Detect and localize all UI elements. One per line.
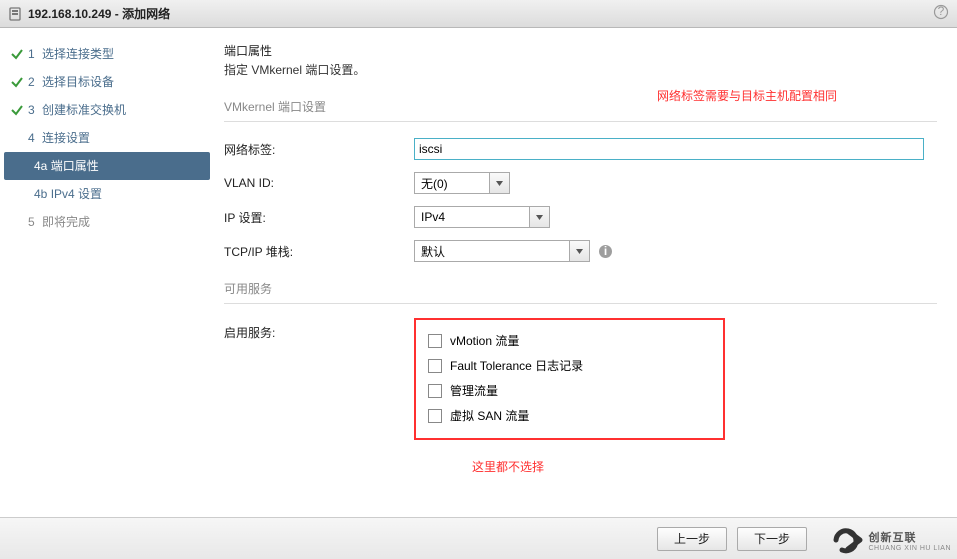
- check-icon: [10, 47, 24, 61]
- help-icon[interactable]: ?: [933, 4, 949, 23]
- ip-combo[interactable]: IPv4: [414, 206, 550, 228]
- svg-text:?: ?: [938, 4, 945, 18]
- chevron-down-icon[interactable]: [530, 206, 550, 228]
- checkbox-box[interactable]: [428, 409, 442, 423]
- step-2[interactable]: 2 选择目标设备: [0, 68, 214, 96]
- services-row: 启用服务: vMotion 流量 Fault Tolerance 日志记录 管理…: [224, 318, 937, 440]
- page-title: 端口属性: [224, 42, 937, 59]
- checkbox-vsan[interactable]: 虚拟 SAN 流量: [428, 407, 583, 424]
- label-ip: IP 设置:: [224, 209, 414, 226]
- row-tcpip: TCP/IP 堆栈: 默认 i: [224, 240, 937, 262]
- next-button[interactable]: 下一步: [737, 527, 807, 551]
- window-title: 192.168.10.249 - 添加网络: [28, 5, 170, 22]
- step-1[interactable]: 1 选择连接类型: [0, 40, 214, 68]
- step-3[interactable]: 3 创建标准交换机: [0, 96, 214, 124]
- checkbox-box[interactable]: [428, 384, 442, 398]
- watermark: 创新互联 CHUANG XIN HU LIAN: [830, 525, 951, 555]
- label-vlan: VLAN ID:: [224, 176, 414, 190]
- checkbox-label: vMotion 流量: [450, 332, 519, 349]
- checkbox-box[interactable]: [428, 359, 442, 373]
- annotation-top: 网络标签需要与目标主机配置相同: [632, 88, 862, 104]
- titlebar: 192.168.10.249 - 添加网络 ?: [0, 0, 957, 28]
- host-icon: [8, 7, 22, 21]
- network-label-input[interactable]: [414, 138, 924, 160]
- label-netlabel: 网络标签:: [224, 141, 414, 158]
- services-highlight-box: vMotion 流量 Fault Tolerance 日志记录 管理流量 虚拟 …: [414, 318, 725, 440]
- spacer: [10, 215, 24, 229]
- label-services: 启用服务:: [224, 318, 414, 440]
- services-section-title: 可用服务: [224, 280, 937, 304]
- chevron-down-icon[interactable]: [490, 172, 510, 194]
- label-tcpip: TCP/IP 堆栈:: [224, 243, 414, 260]
- annotation-bottom: 这里都不选择: [472, 458, 937, 475]
- step-5: 5 即将完成: [0, 208, 214, 236]
- checkbox-label: Fault Tolerance 日志记录: [450, 357, 583, 374]
- check-icon: [10, 103, 24, 117]
- watermark-pinyin: CHUANG XIN HU LIAN: [868, 545, 951, 552]
- checkbox-management[interactable]: 管理流量: [428, 382, 583, 399]
- tcpip-combo[interactable]: 默认: [414, 240, 590, 262]
- row-vlan: VLAN ID: 无(0): [224, 172, 937, 194]
- row-netlabel: 网络标签:: [224, 138, 937, 160]
- ip-value[interactable]: IPv4: [414, 206, 530, 228]
- substep-4b[interactable]: 4b IPv4 设置: [0, 180, 214, 208]
- wizard-sidebar: 1 选择连接类型 2 选择目标设备 3 创建标准交换机 4 连接设置 4a 端口…: [0, 28, 214, 517]
- page-subtitle: 指定 VMkernel 端口设置。: [224, 61, 937, 78]
- checkbox-label: 虚拟 SAN 流量: [450, 407, 529, 424]
- row-ip: IP 设置: IPv4: [224, 206, 937, 228]
- step-4[interactable]: 4 连接设置: [0, 124, 214, 152]
- info-icon[interactable]: i: [598, 244, 613, 259]
- checkbox-label: 管理流量: [450, 382, 498, 399]
- vlan-value[interactable]: 无(0): [414, 172, 490, 194]
- checkbox-vmotion[interactable]: vMotion 流量: [428, 332, 583, 349]
- check-icon: [10, 75, 24, 89]
- back-button[interactable]: 上一步: [657, 527, 727, 551]
- spacer: [10, 131, 24, 145]
- content-panel: 端口属性 指定 VMkernel 端口设置。 网络标签需要与目标主机配置相同 V…: [214, 28, 957, 517]
- footer-bar: 上一步 下一步: [0, 517, 957, 559]
- chevron-down-icon[interactable]: [570, 240, 590, 262]
- checkbox-fault-tolerance[interactable]: Fault Tolerance 日志记录: [428, 357, 583, 374]
- substep-4a[interactable]: 4a 端口属性: [4, 152, 210, 180]
- watermark-icon: [830, 525, 864, 555]
- tcpip-value[interactable]: 默认: [414, 240, 570, 262]
- vlan-combo[interactable]: 无(0): [414, 172, 510, 194]
- watermark-brand: 创新互联: [868, 529, 951, 545]
- svg-text:i: i: [604, 244, 607, 258]
- checkbox-box[interactable]: [428, 334, 442, 348]
